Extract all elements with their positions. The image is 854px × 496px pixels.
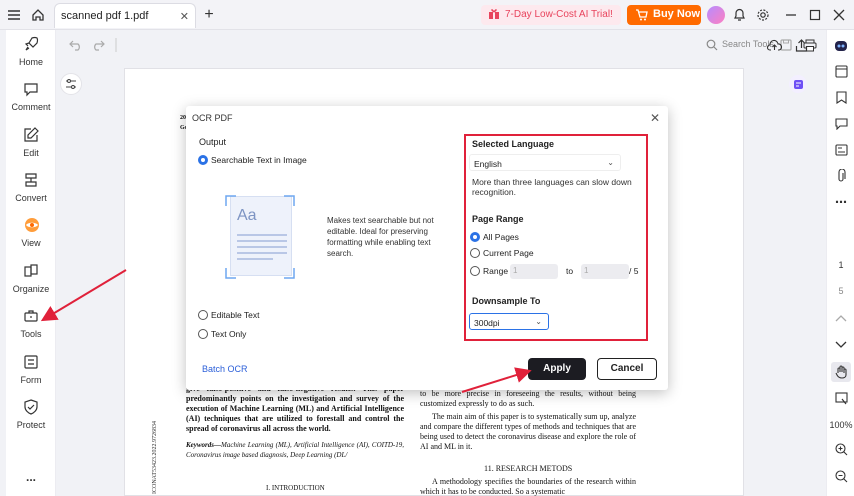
arrow-to-apply <box>461 367 532 393</box>
annotation-arrows <box>40 269 532 393</box>
arrow-to-tools <box>40 269 127 322</box>
